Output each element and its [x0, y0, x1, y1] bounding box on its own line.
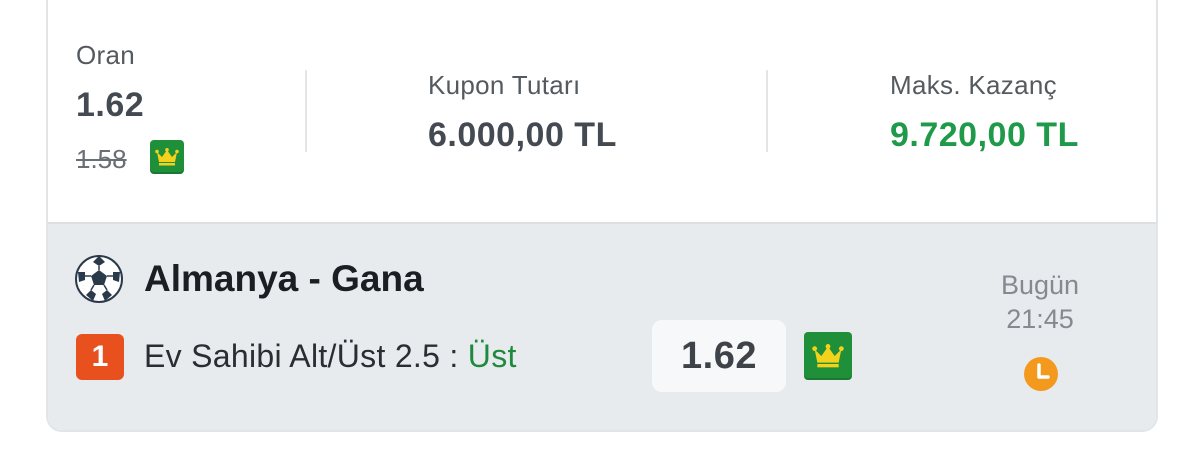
bet-slip-card: Oran 1.62 1.58 Kupon Tutarı 6.000,00 TL … — [46, 0, 1158, 432]
soccer-ball-icon — [75, 255, 123, 303]
coupon-amount-value: 6.000,00 TL — [428, 116, 617, 154]
match-hour: 21:45 — [1006, 304, 1074, 334]
odds-boost-crown-icon — [150, 140, 184, 174]
odds-value: 1.62 — [76, 86, 145, 124]
match-title[interactable]: Almanya - Gana — [144, 258, 424, 300]
match-row[interactable]: Almanya - Gana 1 Ev Sahibi Alt/Üst 2.5 :… — [48, 222, 1156, 430]
coupon-amount-label: Kupon Tutarı — [428, 70, 581, 100]
market-selection: Ev Sahibi Alt/Üst 2.5 : Üst — [144, 338, 517, 375]
selection-odd[interactable]: 1.62 — [652, 320, 786, 392]
max-win-value: 9.720,00 TL — [890, 116, 1079, 154]
match-day: Bugün — [1000, 270, 1080, 300]
boost-crown-icon — [804, 332, 852, 380]
clock-icon — [1024, 357, 1058, 391]
odds-label: Oran — [76, 40, 136, 70]
market-name: Ev Sahibi Alt/Üst 2.5 : — [144, 338, 468, 374]
summary-divider — [766, 70, 768, 152]
pick-value: Üst — [467, 338, 517, 374]
max-win-label: Maks. Kazanç — [890, 70, 1057, 100]
old-odds-value: 1.58 — [76, 144, 127, 174]
pick-number-badge: 1 — [76, 334, 124, 380]
coupon-summary: Oran 1.62 1.58 Kupon Tutarı 6.000,00 TL … — [48, 0, 1156, 222]
match-time: Bugün 21:45 — [978, 268, 1102, 336]
summary-divider — [305, 70, 307, 152]
